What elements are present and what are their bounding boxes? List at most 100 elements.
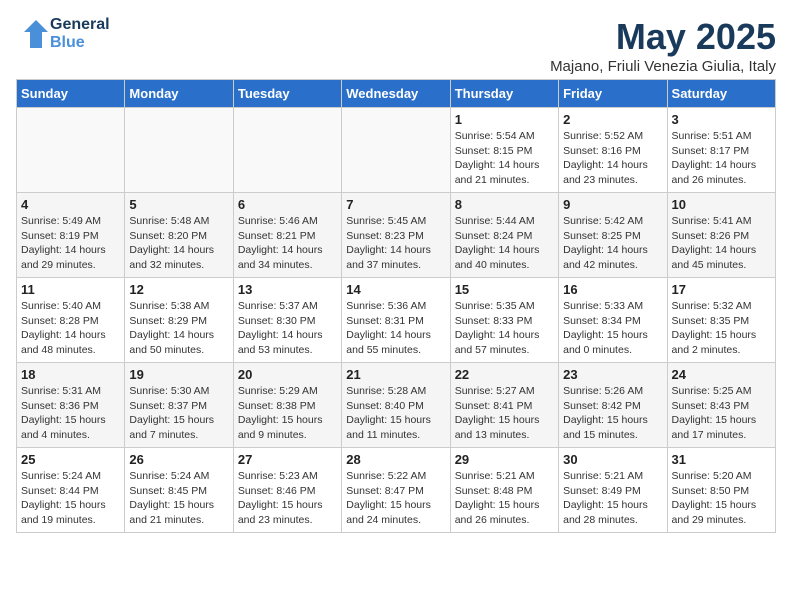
day-info-line: Sunset: 8:35 PM	[672, 314, 771, 329]
header-friday: Friday	[559, 80, 667, 108]
calendar-cell: 9Sunrise: 5:42 AMSunset: 8:25 PMDaylight…	[559, 193, 667, 278]
day-info-line: and 29 minutes.	[672, 513, 771, 528]
day-info-line: and 23 minutes.	[563, 173, 662, 188]
calendar-table: Sunday Monday Tuesday Wednesday Thursday…	[16, 79, 776, 533]
day-info-line: Sunset: 8:43 PM	[672, 399, 771, 414]
calendar-cell: 14Sunrise: 5:36 AMSunset: 8:31 PMDayligh…	[342, 278, 450, 363]
day-info-line: Sunrise: 5:51 AM	[672, 129, 771, 144]
day-info-line: Daylight: 15 hours	[129, 498, 228, 513]
day-info-line: Sunset: 8:20 PM	[129, 229, 228, 244]
calendar-cell: 12Sunrise: 5:38 AMSunset: 8:29 PMDayligh…	[125, 278, 233, 363]
calendar-cell	[342, 108, 450, 193]
day-number: 27	[238, 452, 337, 467]
day-info-line: Daylight: 15 hours	[672, 498, 771, 513]
day-info-line: Sunset: 8:42 PM	[563, 399, 662, 414]
calendar-cell: 11Sunrise: 5:40 AMSunset: 8:28 PMDayligh…	[17, 278, 125, 363]
day-info-line: and 9 minutes.	[238, 428, 337, 443]
day-info-line: Daylight: 15 hours	[238, 498, 337, 513]
day-info-line: Sunset: 8:16 PM	[563, 144, 662, 159]
header-wednesday: Wednesday	[342, 80, 450, 108]
day-info-line: Sunset: 8:37 PM	[129, 399, 228, 414]
day-number: 24	[672, 367, 771, 382]
day-info-line: Sunset: 8:17 PM	[672, 144, 771, 159]
day-info-line: Sunset: 8:33 PM	[455, 314, 554, 329]
day-info-line: Sunrise: 5:36 AM	[346, 299, 445, 314]
day-info-line: Sunrise: 5:23 AM	[238, 469, 337, 484]
day-info-line: and 48 minutes.	[21, 343, 120, 358]
header-saturday: Saturday	[667, 80, 775, 108]
day-info-line: and 42 minutes.	[563, 258, 662, 273]
day-number: 13	[238, 282, 337, 297]
day-info-line: Sunset: 8:40 PM	[346, 399, 445, 414]
day-number: 30	[563, 452, 662, 467]
page-header: General Blue May 2025 Majano, Friuli Ven…	[16, 16, 776, 75]
day-info-line: Sunset: 8:30 PM	[238, 314, 337, 329]
day-info-line: Daylight: 15 hours	[672, 328, 771, 343]
day-info-line: Daylight: 15 hours	[21, 413, 120, 428]
day-info-line: Sunset: 8:46 PM	[238, 484, 337, 499]
day-number: 28	[346, 452, 445, 467]
day-info-line: and 23 minutes.	[238, 513, 337, 528]
calendar-week-3: 11Sunrise: 5:40 AMSunset: 8:28 PMDayligh…	[17, 278, 776, 363]
subtitle: Majano, Friuli Venezia Giulia, Italy	[550, 58, 776, 75]
day-info-line: Sunrise: 5:44 AM	[455, 214, 554, 229]
day-info-line: Daylight: 14 hours	[563, 243, 662, 258]
calendar-cell: 23Sunrise: 5:26 AMSunset: 8:42 PMDayligh…	[559, 363, 667, 448]
day-number: 4	[21, 197, 120, 212]
day-info-line: and 55 minutes.	[346, 343, 445, 358]
day-info-line: Sunset: 8:31 PM	[346, 314, 445, 329]
calendar-cell: 25Sunrise: 5:24 AMSunset: 8:44 PMDayligh…	[17, 448, 125, 533]
day-info-line: Sunrise: 5:24 AM	[129, 469, 228, 484]
day-info-line: and 57 minutes.	[455, 343, 554, 358]
day-info-line: Sunset: 8:49 PM	[563, 484, 662, 499]
day-info-line: and 26 minutes.	[672, 173, 771, 188]
calendar-cell: 10 Sunrise: 5:41 AMSunset: 8:26 PMDayligh…	[667, 193, 775, 278]
day-info-line: Sunrise: 5:45 AM	[346, 214, 445, 229]
day-info-line: Sunrise: 5:21 AM	[563, 469, 662, 484]
day-number: 17	[672, 282, 771, 297]
day-info-line: Sunset: 8:41 PM	[455, 399, 554, 414]
day-number: 19	[129, 367, 228, 382]
day-info-line: and 4 minutes.	[21, 428, 120, 443]
day-info-line: Daylight: 15 hours	[455, 413, 554, 428]
day-info-line: Sunrise: 5:28 AM	[346, 384, 445, 399]
day-info-line: Sunset: 8:26 PM	[672, 229, 771, 244]
day-info-line: Sunrise: 5:40 AM	[21, 299, 120, 314]
day-number: 10	[672, 197, 771, 212]
day-info-line: Sunrise: 5:37 AM	[238, 299, 337, 314]
day-info-line: Daylight: 15 hours	[129, 413, 228, 428]
day-info-line: Sunset: 8:21 PM	[238, 229, 337, 244]
calendar-cell: 1Sunrise: 5:54 AMSunset: 8:15 PMDaylight…	[450, 108, 558, 193]
calendar-week-1: 1Sunrise: 5:54 AMSunset: 8:15 PMDaylight…	[17, 108, 776, 193]
day-info-line: Daylight: 14 hours	[672, 158, 771, 173]
calendar-cell: 2 Sunrise: 5:52 AMSunset: 8:16 PMDaylight…	[559, 108, 667, 193]
day-number: 2	[563, 112, 662, 127]
day-info-line: Sunset: 8:34 PM	[563, 314, 662, 329]
day-info-line: Daylight: 15 hours	[563, 413, 662, 428]
header-monday: Monday	[125, 80, 233, 108]
day-info-line: Sunset: 8:19 PM	[21, 229, 120, 244]
day-info-line: Daylight: 14 hours	[672, 243, 771, 258]
day-info-line: Sunrise: 5:41 AM	[672, 214, 771, 229]
day-info-line: Sunrise: 5:52 AM	[563, 129, 662, 144]
day-info-line: and 0 minutes.	[563, 343, 662, 358]
calendar-cell: 17Sunrise: 5:32 AMSunset: 8:35 PMDayligh…	[667, 278, 775, 363]
day-info-line: Daylight: 14 hours	[563, 158, 662, 173]
day-number: 20	[238, 367, 337, 382]
day-info-line: Sunrise: 5:24 AM	[21, 469, 120, 484]
day-info-line: Sunrise: 5:33 AM	[563, 299, 662, 314]
day-info-line: Sunset: 8:28 PM	[21, 314, 120, 329]
calendar-cell: 28Sunrise: 5:22 AMSunset: 8:47 PMDayligh…	[342, 448, 450, 533]
calendar-cell: 26Sunrise: 5:24 AMSunset: 8:45 PMDayligh…	[125, 448, 233, 533]
day-info-line: Sunset: 8:29 PM	[129, 314, 228, 329]
day-info-line: Daylight: 15 hours	[563, 498, 662, 513]
day-number: 14	[346, 282, 445, 297]
day-number: 12	[129, 282, 228, 297]
day-number: 25	[21, 452, 120, 467]
day-info-line: Daylight: 14 hours	[21, 243, 120, 258]
day-number: 21	[346, 367, 445, 382]
day-info-line: Sunrise: 5:31 AM	[21, 384, 120, 399]
day-info-line: Daylight: 15 hours	[21, 498, 120, 513]
day-info-line: and 50 minutes.	[129, 343, 228, 358]
day-number: 1	[455, 112, 554, 127]
